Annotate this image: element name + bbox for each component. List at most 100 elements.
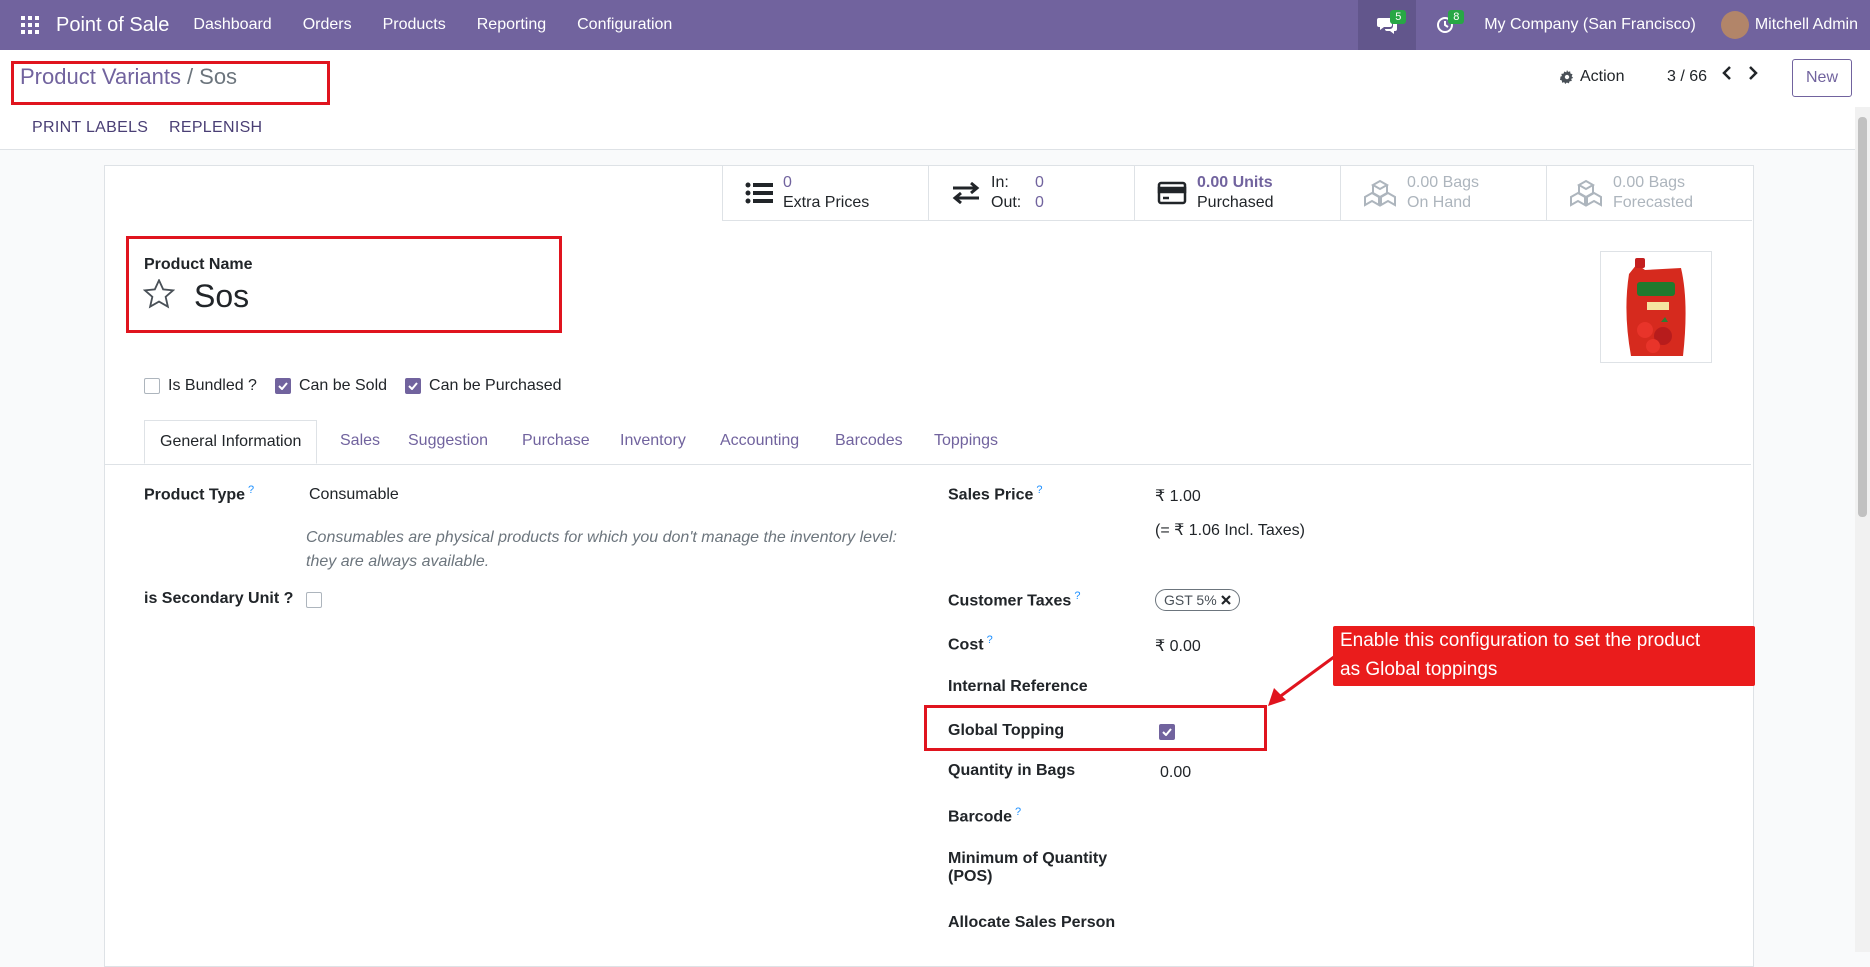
can-be-sold-checkbox[interactable] [274,378,291,394]
can-be-sold-toggle[interactable]: Can be Sold [274,377,388,395]
is-bundled-toggle[interactable]: Is Bundled ? [144,377,257,395]
new-button[interactable]: New [1792,59,1852,97]
forecasted-value: 0.00 Bags [1613,174,1686,191]
allocate-sales-person-label: Allocate Sales Person [948,914,1116,931]
user-menu[interactable]: Mitchell Admin [1755,16,1858,34]
tax-tag-label: GST 5% [1164,592,1217,608]
purchased-value: 0.00 Units [1197,174,1273,191]
annotation-line-1: Enable this configuration to set the pro… [1340,630,1701,651]
app-brand[interactable]: Point of Sale [56,14,169,37]
annotation-callout: Enable this configuration to set the pro… [1333,626,1755,686]
sales-price-label: Sales Price? [948,484,1043,504]
cost-label: Cost? [948,634,993,654]
min-quantity-label: Minimum of Quantity (POS) [948,850,1108,885]
extra-prices-label: Extra Prices [783,194,870,211]
pager-value[interactable]: 3 / 66 [1667,68,1707,86]
secondary-unit-label: is Secondary Unit ? [144,590,294,607]
company-switcher[interactable]: My Company (San Francisco) [1484,16,1696,34]
tab-toppings[interactable]: Toppings [934,432,998,450]
secondary-unit-checkbox[interactable] [306,592,322,608]
ketchup-pouch-image [1626,258,1686,356]
can-be-sold-label: Can be Sold [298,377,388,394]
menu-reporting[interactable]: Reporting [477,16,546,34]
forecasted-button[interactable]: 0.00 Bags Forecasted [1546,166,1752,220]
tab-suggestion[interactable]: Suggestion [408,432,488,450]
chat-count-badge: 5 [1390,10,1407,24]
menu-orders[interactable]: Orders [303,16,352,34]
global-topping-highlight [924,705,1267,751]
top-navbar: Point of Sale Dashboard Orders Products … [0,0,1870,50]
product-type-select[interactable]: Consumable [309,486,399,504]
form-tabs: General Information Sales Suggestion Pur… [105,420,1751,465]
chevron-left-icon [1722,66,1731,80]
can-be-purchased-checkbox[interactable] [405,378,422,394]
product-name-highlight [126,236,562,333]
on-hand-value: 0.00 Bags [1407,174,1480,191]
close-icon[interactable] [1220,595,1231,605]
tab-purchase[interactable]: Purchase [522,432,590,450]
purchased-label: Purchased [1197,194,1274,211]
product-type-label: Product Type? [144,484,255,504]
tab-general-information[interactable]: General Information [144,420,318,464]
out-value: 0 [1035,194,1044,211]
scrollbar-thumb[interactable] [1858,117,1867,517]
extra-prices-button[interactable]: 0 Extra Prices [722,166,928,220]
quantity-in-bags-field[interactable]: 0.00 [1160,764,1191,782]
chevron-right-icon [1749,66,1758,80]
cost-field[interactable]: ₹ 0.00 [1155,636,1201,656]
is-bundled-label: Is Bundled ? [168,377,257,394]
purchased-button[interactable]: 0.00 Units Purchased [1134,166,1340,220]
tax-tag[interactable]: GST 5% [1155,589,1240,611]
in-out-button[interactable]: In: 0 Out: 0 [928,166,1134,220]
tab-accounting[interactable]: Accounting [720,432,799,450]
internal-reference-label: Internal Reference [948,678,1088,695]
pager-previous-button[interactable] [1721,64,1733,87]
quantity-in-bags-label: Quantity in Bags [948,762,1076,779]
credit-card-icon [1157,181,1187,205]
in-label: In: [991,174,1009,191]
annotation-arrow-icon [1268,652,1339,706]
gear-icon [1560,70,1574,84]
product-image[interactable] [1600,251,1712,363]
out-label: Out: [991,194,1022,211]
pager-next-button[interactable] [1747,64,1759,87]
product-flags: Is Bundled ? Can be Sold Can be Purchase… [144,377,580,395]
tab-sales[interactable]: Sales [340,432,380,450]
action-button[interactable]: Action [1560,68,1624,86]
customer-taxes-label: Customer Taxes? [948,590,1081,610]
can-be-purchased-label: Can be Purchased [429,377,562,394]
smart-buttons: 0 Extra Prices In: 0 Out: 0 0.00 Units P… [722,166,1752,221]
product-type-note: Consumables are physical products for wh… [306,529,897,570]
forecasted-label: Forecasted [1613,194,1694,211]
can-be-purchased-toggle[interactable]: Can be Purchased [405,377,562,395]
activity-button[interactable]: 8 [1416,0,1474,50]
annotation-line-2: as Global toppings [1340,659,1498,680]
barcode-label: Barcode? [948,806,1022,826]
is-bundled-checkbox[interactable] [144,378,160,394]
cubes-icon [1364,179,1396,207]
apps-menu-icon[interactable] [0,0,60,50]
incl-taxes-value: (= ₹ 1.06 Incl. Taxes) [1155,522,1305,539]
extra-prices-value: 0 [783,174,792,191]
menu-dashboard[interactable]: Dashboard [193,16,271,34]
check-icon [408,382,418,390]
form-header: PRINT LABELS REPLENISH [0,107,1870,150]
sales-price-field[interactable]: ₹ 1.00 [1155,486,1201,506]
menu-products[interactable]: Products [383,16,446,34]
print-labels-button[interactable]: PRINT LABELS [32,119,148,137]
chat-button[interactable]: 5 [1358,0,1417,50]
page-scrollbar[interactable] [1855,107,1870,952]
replenish-button[interactable]: REPLENISH [169,119,262,137]
on-hand-button[interactable]: 0.00 Bags On Hand [1340,166,1546,220]
in-value: 0 [1035,174,1044,191]
action-label: Action [1580,68,1625,85]
list-icon [745,182,773,204]
tab-inventory[interactable]: Inventory [620,432,686,450]
activity-count-badge: 8 [1448,10,1465,24]
menu-configuration[interactable]: Configuration [577,16,672,34]
tab-barcodes[interactable]: Barcodes [835,432,903,450]
on-hand-label: On Hand [1407,194,1472,211]
breadcrumb-highlight [11,61,330,105]
check-icon [278,382,288,390]
user-avatar[interactable] [1720,11,1749,39]
